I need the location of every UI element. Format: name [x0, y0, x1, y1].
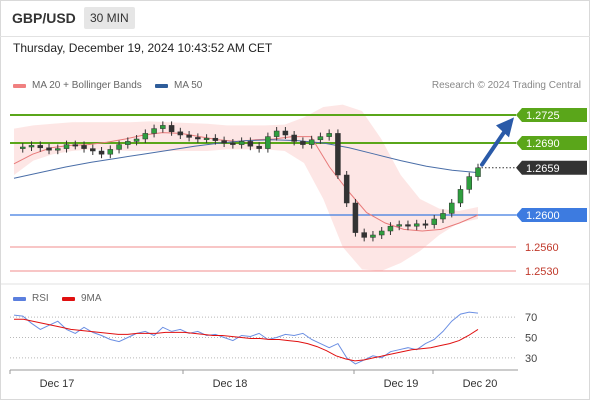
candle-bullish	[475, 167, 481, 177]
candle-bullish	[326, 133, 332, 137]
candle-bullish	[265, 136, 271, 149]
level-label-1.2690: 1.2690	[526, 138, 560, 150]
candle-bullish	[378, 230, 385, 236]
bollinger-band	[14, 104, 478, 271]
rsi-tick-30: 30	[525, 353, 537, 365]
candle-bullish	[28, 145, 35, 148]
level-label-1.2530: 1.2530	[525, 266, 559, 278]
candle-bearish	[335, 133, 341, 176]
level-label-1.2600: 1.2600	[526, 210, 560, 222]
candle-bullish	[55, 148, 61, 151]
candle-bullish	[457, 189, 464, 204]
level-label-1.2725: 1.2725	[526, 110, 560, 122]
candle-bullish	[133, 138, 140, 142]
candle-bullish	[370, 234, 376, 238]
candle-bullish	[125, 141, 131, 145]
candle-bullish	[413, 223, 420, 227]
candle-bearish	[212, 137, 219, 141]
candle-bullish	[107, 149, 114, 155]
candle-bearish	[422, 223, 429, 226]
candle-bearish	[37, 145, 44, 149]
candle-bearish	[168, 125, 175, 133]
candle-bearish	[46, 147, 52, 151]
rsi-tick-50: 50	[525, 333, 537, 345]
candle-bearish	[300, 141, 306, 145]
candle-bearish	[405, 224, 411, 227]
level-label-1.2560: 1.2560	[525, 242, 559, 254]
candle-bullish	[203, 137, 210, 140]
candle-bearish	[361, 232, 367, 238]
forecast-arrow-shaft	[480, 127, 508, 167]
candle-bullish	[63, 144, 70, 149]
rsi-tick-70: 70	[525, 312, 537, 324]
candle-bearish	[343, 174, 350, 204]
candle-bullish	[116, 144, 122, 150]
x-label-Dec 19: Dec 19	[384, 378, 419, 390]
x-label-Dec 20: Dec 20	[463, 378, 498, 390]
x-label-Dec 18: Dec 18	[213, 378, 248, 390]
candle-bullish	[440, 213, 446, 220]
candle-bearish	[72, 144, 79, 147]
candle-bullish	[142, 133, 149, 140]
candle-bearish	[90, 148, 96, 152]
candle-bullish	[238, 141, 245, 145]
candle-bearish	[230, 142, 236, 145]
candle-bearish	[282, 130, 289, 136]
candle-bullish	[151, 128, 157, 134]
candle-bearish	[256, 145, 262, 149]
level-label-1.2659: 1.2659	[526, 163, 560, 175]
candle-bullish	[466, 176, 472, 190]
candle-bullish	[396, 224, 402, 227]
candle-bullish	[160, 125, 166, 129]
candle-bullish	[387, 225, 394, 232]
candle-bearish	[247, 141, 254, 147]
candle-bullish	[20, 146, 26, 149]
candle-bearish	[221, 140, 227, 144]
candle-bearish	[98, 150, 105, 155]
candle-bearish	[195, 137, 201, 140]
candle-bullish	[448, 202, 455, 214]
candle-bearish	[81, 145, 87, 149]
candle-bullish	[317, 136, 324, 141]
candle-bearish	[352, 202, 359, 233]
price-chart: 1.2725 1.2690 1.2659 1.2600 1.2560 1.2530 70 50…	[1, 104, 589, 390]
x-label-Dec 17: Dec 17	[40, 378, 75, 390]
candle-bullish	[308, 139, 315, 145]
candle-bearish	[186, 134, 192, 138]
candle-bullish	[273, 130, 280, 137]
candle-bearish	[291, 134, 297, 142]
candle-bullish	[431, 218, 437, 225]
candle-bearish	[177, 131, 184, 136]
rsi-9ma-line	[14, 318, 479, 362]
